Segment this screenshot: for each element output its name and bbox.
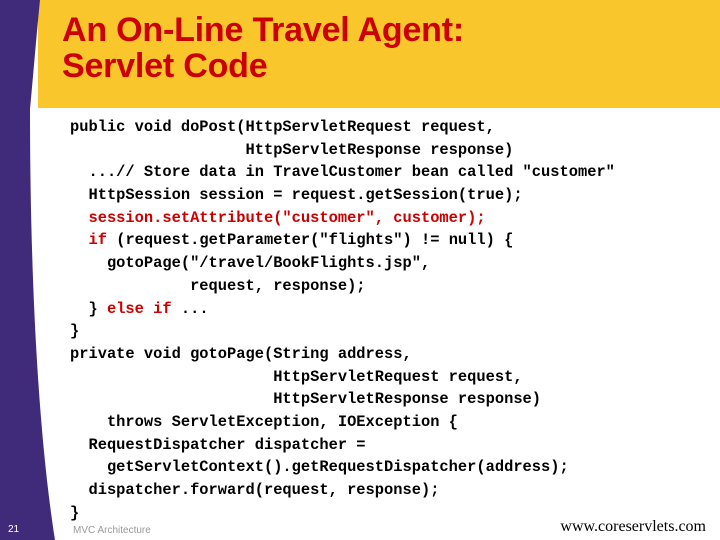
code-text: getServletContext().getRequestDispatcher… xyxy=(70,458,569,477)
code-line: } xyxy=(70,320,615,343)
code-line: session.setAttribute("customer", custome… xyxy=(70,207,615,230)
code-highlight: session.setAttribute("customer", custome… xyxy=(70,208,486,227)
code-text: private void gotoPage(String address, xyxy=(70,344,412,363)
code-line: getServletContext().getRequestDispatcher… xyxy=(70,456,615,479)
code-line: } xyxy=(70,502,615,525)
code-block: public void doPost(HttpServletRequest re… xyxy=(70,116,615,524)
code-line: HttpSession session = request.getSession… xyxy=(70,184,615,207)
code-line: HttpServletResponse response) xyxy=(70,388,615,411)
page-number: 21 xyxy=(8,524,20,535)
code-line: dispatcher.forward(request, response); xyxy=(70,479,615,502)
title-line-2: Servlet Code xyxy=(62,47,268,85)
code-line: if (request.getParameter("flights") != n… xyxy=(70,229,615,252)
code-line: RequestDispatcher dispatcher = xyxy=(70,434,615,457)
code-text: request, response); xyxy=(70,276,366,295)
code-line: } else if ... xyxy=(70,298,615,321)
code-text: dispatcher.forward(request, response); xyxy=(70,481,440,499)
code-text: HttpServletResponse response) xyxy=(70,390,542,409)
code-line: HttpServletResponse response) xyxy=(70,139,615,162)
slide: An On-Line Travel Agent: Servlet Code pu… xyxy=(0,0,720,540)
footer-topic: MVC Architecture xyxy=(73,525,151,536)
code-line: public void doPost(HttpServletRequest re… xyxy=(70,116,615,139)
code-text: } xyxy=(70,322,80,341)
footer-url: www.coreservlets.com xyxy=(560,518,706,535)
code-text: ...// Store data in TravelCustomer bean … xyxy=(70,163,615,182)
code-highlight: else if xyxy=(106,299,172,318)
code-highlight: if xyxy=(88,231,107,250)
code-text: HttpServletRequest request, xyxy=(70,367,523,386)
code-line: gotoPage("/travel/BookFlights.jsp", xyxy=(70,252,615,275)
code-text: } xyxy=(70,299,107,318)
slide-title: An On-Line Travel Agent: Servlet Code xyxy=(62,12,464,84)
code-text: gotoPage("/travel/BookFlights.jsp", xyxy=(70,254,431,273)
code-text: HttpServletResponse response) xyxy=(70,140,514,159)
code-text: (request.getParameter("flights") != null… xyxy=(106,231,514,250)
code-line: ...// Store data in TravelCustomer bean … xyxy=(70,161,615,184)
code-line: throws ServletException, IOException { xyxy=(70,411,615,434)
code-text: throws ServletException, IOException { xyxy=(70,412,458,431)
code-text: ... xyxy=(171,299,209,318)
code-line: HttpServletRequest request, xyxy=(70,366,615,389)
code-text: HttpSession session = request.getSession… xyxy=(70,186,523,205)
code-text: public void doPost(HttpServletRequest re… xyxy=(70,118,495,136)
code-text: } xyxy=(70,503,80,522)
code-line: private void gotoPage(String address, xyxy=(70,343,615,366)
code-line: request, response); xyxy=(70,275,615,298)
title-line-1: An On-Line Travel Agent: xyxy=(62,11,464,49)
code-text: RequestDispatcher dispatcher = xyxy=(70,435,366,454)
